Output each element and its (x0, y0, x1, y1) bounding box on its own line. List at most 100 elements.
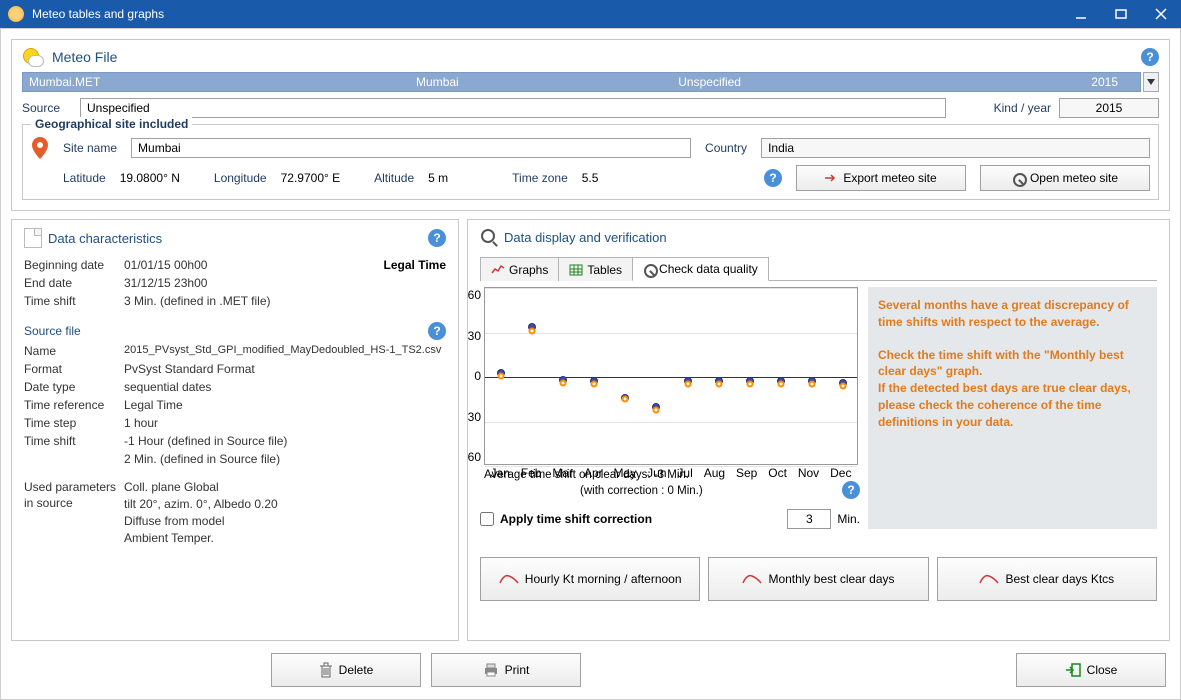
data-point (840, 382, 847, 389)
ts2-value: -1 Hour (defined in Source file) (124, 434, 446, 448)
open-meteo-button[interactable]: Open meteo site (980, 165, 1150, 191)
delete-button[interactable]: Delete (271, 653, 421, 687)
used4: Ambient Temper. (124, 531, 446, 545)
country-label: Country (705, 141, 747, 155)
location-pin-icon (31, 137, 49, 159)
data-verify-panel: Data display and verification Graphs Tab… (467, 219, 1170, 641)
min-input[interactable] (787, 509, 831, 529)
help-icon[interactable]: ? (1141, 48, 1159, 66)
timestep-value: 1 hour (124, 416, 446, 430)
minimize-button[interactable] (1061, 0, 1101, 28)
warning-msg-3: If the detected best days are true clear… (878, 380, 1147, 430)
kindyear-label: Kind / year (994, 101, 1051, 115)
src-name-value: 2015_PVsyst_Std_GPI_modified_MayDedouble… (124, 344, 446, 358)
format-value: PvSyst Standard Format (124, 362, 446, 376)
magnifier-icon (1012, 172, 1024, 184)
end-value: 31/12/15 23h00 (124, 276, 446, 290)
best-clear-button[interactable]: Best clear days Ktcs (937, 557, 1157, 601)
file-city-col: Mumbai (301, 75, 573, 89)
chart-help-icon[interactable]: ? (842, 481, 860, 499)
meteo-file-panel: Meteo File ? Mumbai.MET Mumbai Unspecifi… (11, 39, 1170, 211)
altitude-label: Altitude (374, 171, 414, 185)
apply-label: Apply time shift correction (500, 512, 652, 526)
close-button[interactable]: Close (1016, 653, 1166, 687)
printer-icon (483, 663, 499, 677)
tab-graphs[interactable]: Graphs (480, 257, 559, 281)
monthly-clear-button[interactable]: Monthly best clear days (708, 557, 928, 601)
latitude-label: Latitude (63, 171, 106, 185)
apply-timeshift-checkbox[interactable] (480, 512, 494, 526)
weather-icon (22, 46, 44, 68)
tab-check-quality[interactable]: Check data quality (632, 257, 769, 281)
latitude-value: 19.0800° N (120, 171, 180, 185)
longitude-label: Longitude (214, 171, 267, 185)
tab-tables[interactable]: Tables (558, 257, 633, 281)
warning-msg-1: Several months have a great discrepancy … (878, 297, 1147, 331)
data-point (684, 381, 691, 388)
source-label: Source (22, 101, 72, 115)
window-title: Meteo tables and graphs (32, 7, 1061, 21)
ts2-label: Time shift (24, 434, 124, 448)
tz-label: Time zone (512, 171, 568, 185)
country-value: India (761, 138, 1150, 158)
ts-value: 3 Min. (defined in .MET file) (124, 294, 446, 308)
file-name-col: Mumbai.MET (29, 75, 301, 89)
src-help-icon[interactable]: ? (428, 322, 446, 340)
verify-title: Data display and verification (504, 230, 667, 245)
meteo-file-select[interactable]: Mumbai.MET Mumbai Unspecified 2015 (22, 72, 1141, 92)
maximize-button[interactable] (1101, 0, 1141, 28)
timeshift-chart: 60300-30-60JanFebMarAprMayJunJulAugSepOc… (484, 287, 858, 465)
end-label: End date (24, 276, 124, 290)
chart-icon (491, 264, 505, 276)
export-arrow-icon (825, 172, 837, 184)
exit-icon (1065, 663, 1081, 677)
site-name-input[interactable] (131, 138, 691, 158)
export-meteo-button[interactable]: Export meteo site (796, 165, 966, 191)
tz-value: 5.5 (582, 171, 599, 185)
src-name-label: Name (24, 344, 124, 358)
data-characteristics-panel: Data characteristics ? Beginning date01/… (11, 219, 459, 641)
document-icon (24, 228, 42, 248)
file-type-col: Unspecified (574, 75, 846, 89)
geo-legend: Geographical site included (31, 117, 192, 131)
data-point (778, 381, 785, 388)
verify-tabs: Graphs Tables Check data quality (480, 256, 1157, 281)
trash-icon (319, 662, 333, 678)
ts3-value: 2 Min. (defined in Source file) (124, 452, 446, 466)
used2: tilt 20°, azim. 0°, Albedo 0.20 (124, 497, 446, 511)
timestep-label: Time step (24, 416, 124, 430)
datetype-label: Date type (24, 380, 124, 394)
chart-caption-2: (with correction : 0 Min.) (580, 485, 703, 499)
format-label: Format (24, 362, 124, 376)
used1: Coll. plane Global (124, 480, 446, 494)
data-point (622, 396, 629, 403)
export-meteo-label: Export meteo site (843, 171, 936, 185)
ts-label: Time shift (24, 294, 124, 308)
magnifier-icon (643, 263, 655, 275)
timeref-label: Time reference (24, 398, 124, 412)
begin-value: 01/01/15 00h00 (124, 258, 384, 272)
datachar-help-icon[interactable]: ? (428, 229, 446, 247)
table-icon (569, 264, 583, 276)
geo-help-icon[interactable]: ? (764, 169, 782, 187)
app-icon (8, 6, 24, 22)
data-point (809, 381, 816, 388)
data-point (746, 381, 753, 388)
altitude-value: 5 m (428, 171, 448, 185)
warning-msg-2: Check the time shift with the "Monthly b… (878, 347, 1147, 381)
min-unit: Min. (837, 512, 860, 526)
geographical-site-fieldset: Geographical site included Site name Cou… (22, 124, 1159, 200)
file-dropdown-arrow[interactable] (1143, 72, 1159, 92)
close-window-button[interactable] (1141, 0, 1181, 28)
used3: Diffuse from model (124, 514, 446, 528)
begin-label: Beginning date (24, 258, 124, 272)
curve-icon (742, 573, 762, 585)
source-input[interactable] (80, 98, 946, 118)
magnifier-icon (480, 228, 498, 246)
print-button[interactable]: Print (431, 653, 581, 687)
data-point (715, 381, 722, 388)
open-meteo-label: Open meteo site (1030, 171, 1118, 185)
source-file-h: Source file (24, 324, 81, 338)
hourly-kt-button[interactable]: Hourly Kt morning / afternoon (480, 557, 700, 601)
data-point (591, 381, 598, 388)
